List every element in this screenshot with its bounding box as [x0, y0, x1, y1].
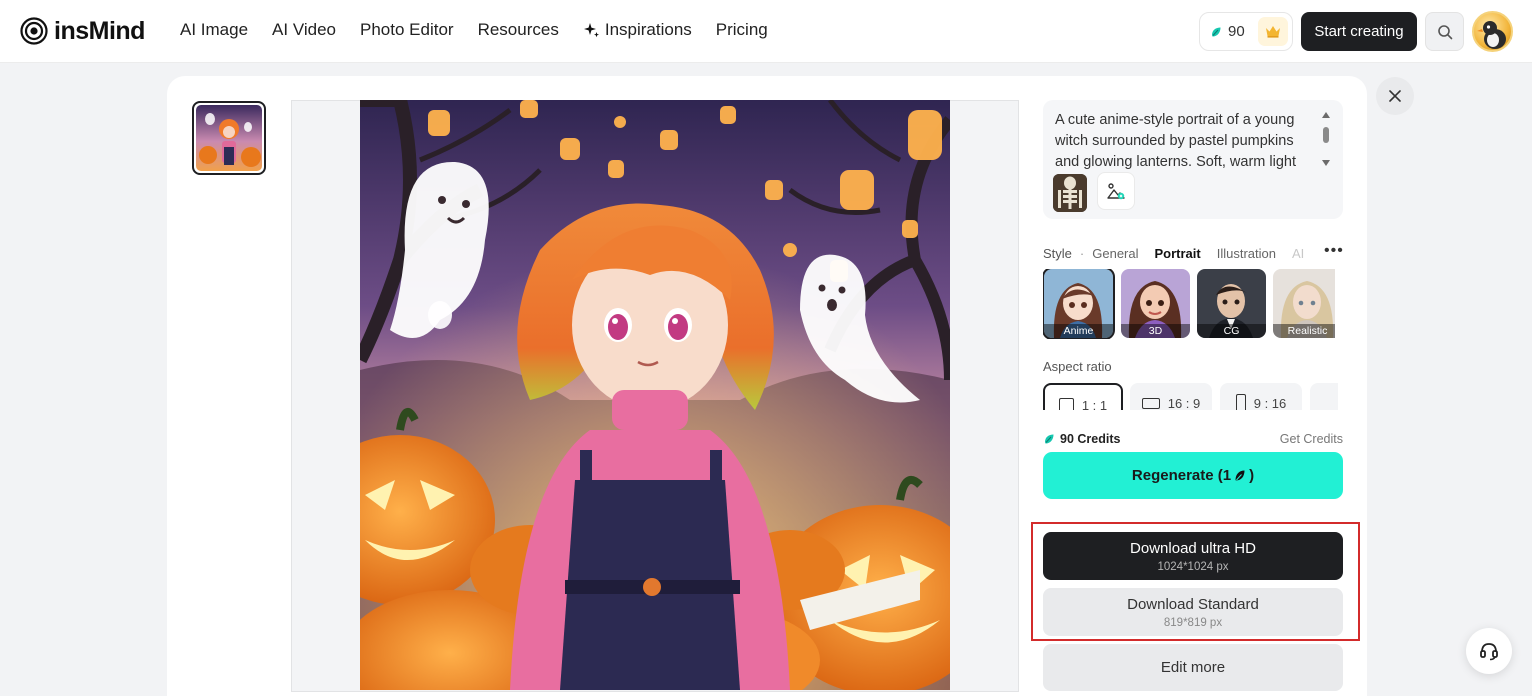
- premium-crown[interactable]: [1258, 17, 1288, 46]
- thumbnail-image: [196, 105, 262, 171]
- logo[interactable]: insMind: [20, 15, 145, 47]
- sparkle-icon: [583, 22, 599, 37]
- nav-label: Inspirations: [604, 20, 692, 39]
- get-credits-link[interactable]: Get Credits: [1280, 432, 1343, 446]
- landscape-ratio-icon: [1141, 398, 1160, 409]
- aspect-ratio-label: Aspect ratio: [1043, 359, 1112, 374]
- regenerate-button[interactable]: Regenerate (1 ): [1043, 452, 1343, 499]
- aspect-ratio-options: 1 : 1 16 : 9 9 : 16: [1043, 383, 1338, 410]
- close-icon: [1389, 90, 1401, 102]
- prompt-box[interactable]: A cute anime-style portrait of a young w…: [1043, 100, 1343, 219]
- style-tab-portrait[interactable]: Portrait: [1155, 246, 1201, 261]
- credits-balance[interactable]: 90: [1199, 12, 1293, 51]
- style-tab-ai[interactable]: AI: [1292, 246, 1304, 261]
- nav-photo-editor[interactable]: Photo Editor: [360, 20, 454, 40]
- aspect-label: 16 : 9: [1167, 396, 1201, 410]
- nav-label: Resources: [477, 20, 559, 39]
- style-tab-general[interactable]: General: [1092, 246, 1138, 261]
- nav-label: Pricing: [715, 20, 768, 39]
- aspect-1-1[interactable]: 1 : 1: [1043, 383, 1123, 410]
- style-card-label: 3D: [1121, 324, 1190, 338]
- style-card-label: Realistic: [1273, 324, 1335, 338]
- nav-label: AI Video: [272, 20, 337, 39]
- image-edit-icon: [1107, 183, 1125, 200]
- top-navbar: insMind AI Image AI Video Photo Editor R…: [0, 0, 1532, 63]
- download-hd-label: Download ultra HD: [1130, 539, 1256, 557]
- aspect-label: 9 : 16: [1253, 396, 1287, 410]
- more-options-icon[interactable]: •••: [1324, 243, 1344, 259]
- aspect-more[interactable]: [1310, 383, 1338, 410]
- square-ratio-icon: [1058, 398, 1074, 410]
- aspect-16-9[interactable]: 16 : 9: [1130, 383, 1212, 410]
- headset-icon: [1480, 643, 1498, 661]
- style-card-label: Anime: [1044, 324, 1113, 338]
- regenerate-close: ): [1249, 467, 1255, 484]
- aspect-label: 1 : 1: [1081, 398, 1108, 410]
- prompt-text[interactable]: A cute anime-style portrait of a young w…: [1055, 110, 1317, 170]
- style-card-anime[interactable]: Anime: [1043, 269, 1115, 339]
- brand-name: insMind: [54, 16, 145, 45]
- style-card-cg[interactable]: CG: [1197, 269, 1266, 338]
- edit-more-button[interactable]: Edit more: [1043, 644, 1343, 691]
- credit-gem-icon: [1212, 27, 1221, 36]
- portrait-ratio-icon: [1235, 394, 1246, 410]
- nav-ai-image[interactable]: AI Image: [180, 20, 248, 40]
- credits-count: 90: [1228, 23, 1245, 40]
- download-hd-size: 1024*1024 px: [1157, 560, 1229, 573]
- nav-resources[interactable]: Resources: [478, 20, 559, 40]
- style-cards: Anime 3D CG Realistic: [1043, 269, 1335, 339]
- style-card-label: CG: [1197, 324, 1266, 338]
- logo-icon: [20, 17, 48, 45]
- skeleton-reference-icon: [1053, 174, 1087, 212]
- nav-inspirations[interactable]: Inspirations: [583, 20, 692, 40]
- credit-leaf-icon: [1235, 470, 1245, 481]
- separator-dot: ·: [1079, 245, 1085, 261]
- regenerate-label: Regenerate (1: [1131, 467, 1232, 484]
- credits-summary: 90 Credits: [1043, 432, 1120, 446]
- nav-ai-video[interactable]: AI Video: [272, 20, 336, 40]
- search-icon: [1437, 24, 1452, 39]
- download-ultra-hd-button[interactable]: Download ultra HD 1024*1024 px: [1043, 532, 1343, 580]
- credits-row: 90 Credits Get Credits: [1043, 432, 1343, 448]
- credits-amount: 90 Credits: [1060, 432, 1121, 446]
- avatar-bird-icon: [1477, 21, 1506, 49]
- close-button[interactable]: [1376, 77, 1414, 115]
- nav-pricing[interactable]: Pricing: [716, 20, 768, 40]
- nav-label: AI Image: [180, 20, 249, 39]
- generated-image: [360, 100, 950, 690]
- support-button[interactable]: [1466, 628, 1512, 674]
- style-label: Style: [1043, 245, 1072, 261]
- prompt-scrollbar[interactable]: [1321, 112, 1331, 166]
- main-nav: AI Image AI Video Photo Editor Resources…: [180, 20, 768, 40]
- aspect-9-16[interactable]: 9 : 16: [1220, 383, 1302, 410]
- download-standard-button[interactable]: Download Standard 819*819 px: [1043, 588, 1343, 636]
- add-reference-button[interactable]: [1097, 172, 1135, 210]
- style-tabs: Style · General Portrait Illustration AI: [1043, 244, 1343, 262]
- download-std-label: Download Standard: [1127, 595, 1259, 613]
- crown-icon: [1266, 26, 1280, 38]
- search-button[interactable]: [1425, 12, 1464, 51]
- download-std-size: 819*819 px: [1163, 616, 1223, 629]
- style-card-3d[interactable]: 3D: [1121, 269, 1190, 338]
- style-tab-illustration[interactable]: Illustration: [1217, 246, 1276, 261]
- user-avatar[interactable]: [1472, 11, 1513, 52]
- reference-image[interactable]: [1053, 174, 1087, 212]
- start-creating-button[interactable]: Start creating: [1301, 12, 1417, 51]
- style-card-realistic[interactable]: Realistic: [1273, 269, 1335, 338]
- result-thumbnail[interactable]: [192, 101, 266, 175]
- nav-label: Photo Editor: [360, 20, 454, 39]
- credit-gem-icon: [1045, 434, 1054, 444]
